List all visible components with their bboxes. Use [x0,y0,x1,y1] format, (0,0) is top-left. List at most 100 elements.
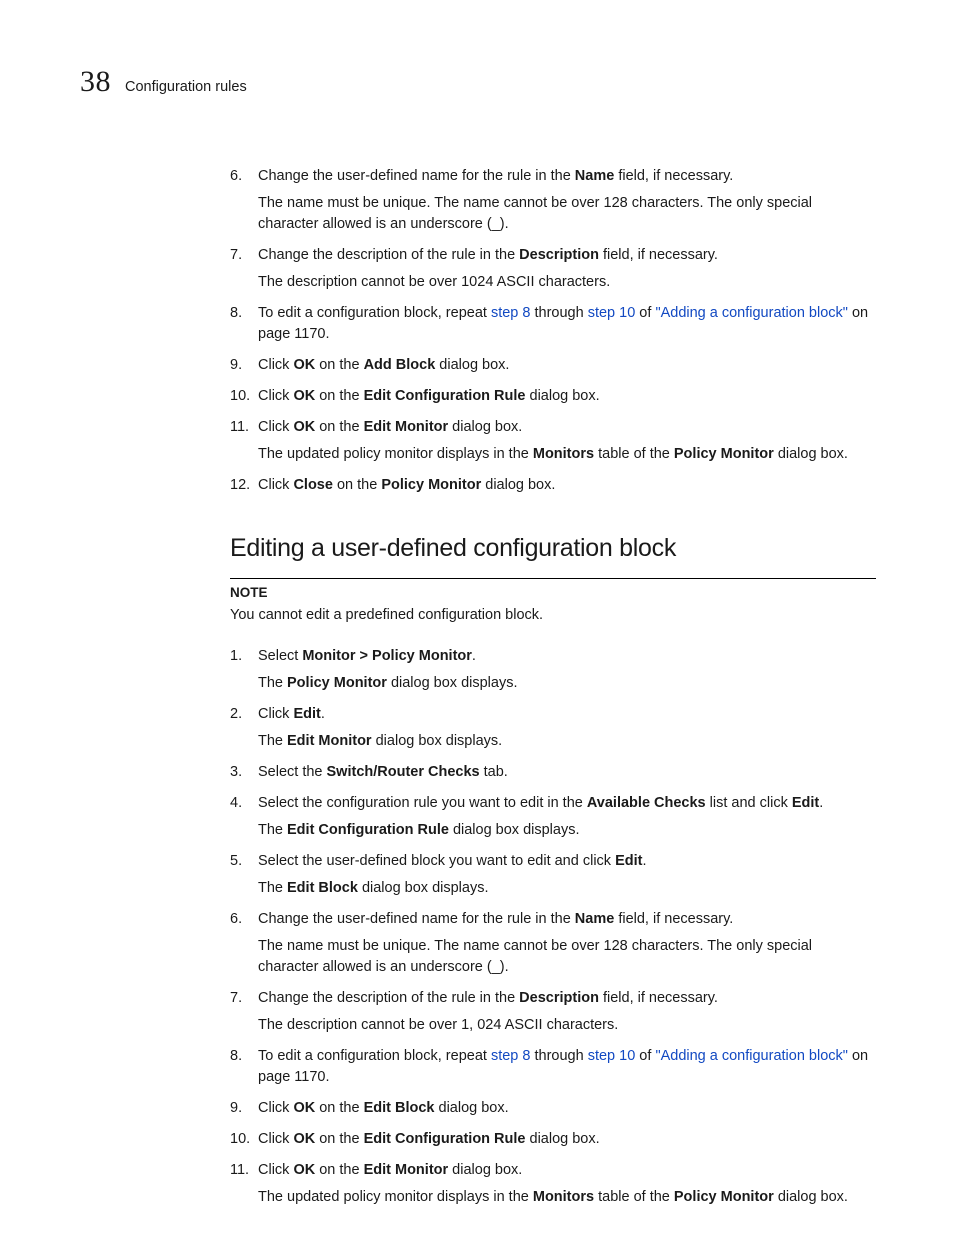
step-subtext: The Policy Monitor dialog box displays. [258,673,876,694]
step-item: 7. Change the description of the rule in … [230,988,876,1036]
step-number: 6. [230,166,242,187]
step-number: 7. [230,245,242,266]
bold-text: OK [293,388,315,404]
step-number: 9. [230,1098,242,1119]
step-text: Change the user-defined name for the rul… [258,909,876,930]
step-number: 3. [230,762,242,783]
bold-text: Monitors [533,446,594,462]
bold-text: Available Checks [587,795,706,811]
section-heading: Editing a user-defined configuration blo… [230,530,876,566]
bold-text: Edit Block [364,1100,435,1116]
cross-ref-link[interactable]: step 8 [491,305,531,321]
cross-ref-link[interactable]: step 10 [588,305,636,321]
bold-text: Name [575,911,615,927]
step-text: Change the user-defined name for the rul… [258,166,876,187]
step-text: Select Monitor > Policy Monitor. [258,646,876,667]
bold-text: Policy Monitor [674,446,774,462]
step-text: Change the description of the rule in th… [258,988,876,1009]
cross-ref-link[interactable]: step 10 [588,1048,636,1064]
step-subtext: The Edit Block dialog box displays. [258,878,876,899]
step-item: 12. Click Close on the Policy Monitor dia… [230,475,876,496]
step-item: 11. Click OK on the Edit Monitor dialog b… [230,1160,876,1208]
step-subtext: The description cannot be over 1024 ASCI… [258,272,876,293]
step-item: 2.Click Edit.The Edit Monitor dialog box… [230,704,876,752]
bold-text: OK [293,419,315,435]
step-text: Select the configuration rule you want t… [258,793,876,814]
step-text: To edit a configuration block, repeat st… [258,303,876,345]
step-text: Click Edit. [258,704,876,725]
step-list-bottom: 1. Select Monitor > Policy Monitor. The Po… [230,646,876,1208]
step-subtext: The Edit Configuration Rule dialog box d… [258,820,876,841]
bold-text: OK [293,1100,315,1116]
bold-text: Edit [615,853,642,869]
step-text: Click Close on the Policy Monitor dialog… [258,475,876,496]
chapter-number: 38 [80,60,111,104]
note-body: You cannot edit a predefined configurati… [230,605,876,626]
step-item: 6. Change the user-defined name for the r… [230,166,876,235]
page: 38 Configuration rules 6. Change the user… [0,0,954,1235]
bold-text: OK [293,1131,315,1147]
bold-text: Edit Monitor [364,1162,449,1178]
bold-text: Monitor > Policy Monitor [302,648,472,664]
running-header: 38 Configuration rules [80,60,876,104]
step-number: 8. [230,303,242,324]
cross-ref-link[interactable]: "Adding a configuration block" [655,1048,847,1064]
bold-text: Name [575,168,615,184]
step-number: 5. [230,851,242,872]
step-item: 9. Click OK on the Edit Block dialog box. [230,1098,876,1119]
page-content: 6. Change the user-defined name for the r… [230,166,876,1208]
step-item: 9. Click OK on the Add Block dialog box. [230,355,876,376]
step-number: 8. [230,1046,242,1067]
bold-text: Switch/Router Checks [327,764,480,780]
step-text: Change the description of the rule in th… [258,245,876,266]
bold-text: Edit [293,706,320,722]
step-item: 10.Click OK on the Edit Configuration Ru… [230,386,876,407]
step-item: 1. Select Monitor > Policy Monitor. The Po… [230,646,876,694]
step-number: 4. [230,793,242,814]
bold-text: Add Block [364,357,436,373]
chapter-title: Configuration rules [125,77,247,98]
step-item: 10. Click OK on the Edit Configuration Ru… [230,1129,876,1150]
step-text: Click OK on the Edit Monitor dialog box. [258,417,876,438]
step-text: Click OK on the Edit Monitor dialog box. [258,1160,876,1181]
step-subtext: The description cannot be over 1, 024 AS… [258,1015,876,1036]
step-list-top: 6. Change the user-defined name for the r… [230,166,876,496]
bold-text: Edit Monitor [364,419,449,435]
step-number: 6. [230,909,242,930]
bold-text: Edit Block [287,880,358,896]
step-item: 7. Change the description of the rule in … [230,245,876,293]
step-item: 8. To edit a configuration block, repeat … [230,303,876,345]
step-text: To edit a configuration block, repeat st… [258,1046,876,1088]
step-number: 12. [230,475,250,496]
bold-text: OK [293,357,315,373]
bold-text: Edit [792,795,819,811]
step-text: Click OK on the Edit Block dialog box. [258,1098,876,1119]
step-text: Click OK on the Add Block dialog box. [258,355,876,376]
step-number: 10. [230,386,250,407]
bold-text: Edit Configuration Rule [364,1131,526,1147]
step-number: 11. [230,1160,249,1181]
bold-text: Description [519,990,599,1006]
step-text: Select the Switch/Router Checks tab. [258,762,876,783]
step-number: 10. [230,1129,250,1150]
step-item: 4. Select the configuration rule you want… [230,793,876,841]
step-item: 11. Click OK on the Edit Monitor dialog b… [230,417,876,465]
bold-text: Edit Configuration Rule [287,822,449,838]
step-subtext: The updated policy monitor displays in t… [258,1187,876,1208]
step-item: 3. Select the Switch/Router Checks tab. [230,762,876,783]
bold-text: Policy Monitor [287,675,387,691]
step-number: 1. [230,646,242,667]
bold-text: Edit Configuration Rule [364,388,526,404]
bold-text: Edit Monitor [287,733,372,749]
step-item: 8. To edit a configuration block, repeat … [230,1046,876,1088]
step-text: Select the user-defined block you want t… [258,851,876,872]
cross-ref-link[interactable]: "Adding a configuration block" [655,305,847,321]
step-number: 9. [230,355,242,376]
step-subtext: The updated policy monitor displays in t… [258,444,876,465]
bold-text: Description [519,247,599,263]
step-item: 6. Change the user-defined name for the r… [230,909,876,978]
step-number: 7. [230,988,242,1009]
step-number: 11. [230,417,249,438]
cross-ref-link[interactable]: step 8 [491,1048,531,1064]
step-text: Click OK on the Edit Configuration Rule … [258,1129,876,1150]
